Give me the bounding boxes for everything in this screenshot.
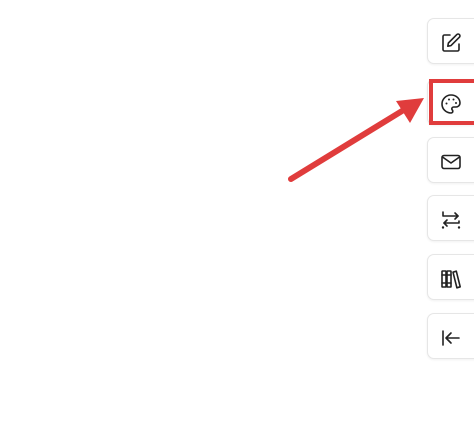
transfer-button[interactable] [427, 195, 474, 241]
pointer-arrow [288, 98, 424, 182]
palette-icon [441, 94, 461, 114]
transfer-icon [441, 211, 461, 229]
edit-icon [442, 33, 461, 52]
collapse-sidebar-button[interactable] [427, 313, 474, 359]
page [0, 0, 474, 433]
theme-palette-button[interactable] [427, 79, 474, 125]
collapse-left-icon [442, 330, 460, 346]
library-icon [441, 270, 461, 289]
edit-button[interactable] [427, 18, 474, 64]
mail-button[interactable] [427, 137, 474, 183]
library-button[interactable] [427, 254, 474, 300]
mail-icon [441, 154, 461, 170]
